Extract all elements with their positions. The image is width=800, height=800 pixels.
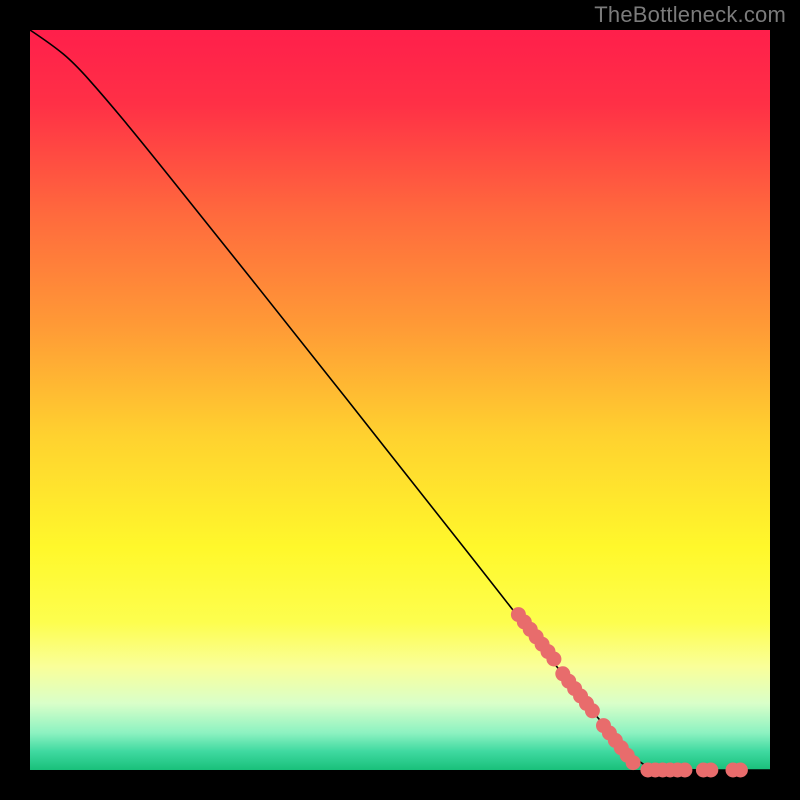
data-marker (703, 763, 718, 778)
data-marker (585, 703, 600, 718)
data-marker (626, 755, 641, 770)
data-marker (677, 763, 692, 778)
data-marker (733, 763, 748, 778)
data-marker (546, 652, 561, 667)
chart-svg (0, 0, 800, 800)
chart-container: TheBottleneck.com (0, 0, 800, 800)
